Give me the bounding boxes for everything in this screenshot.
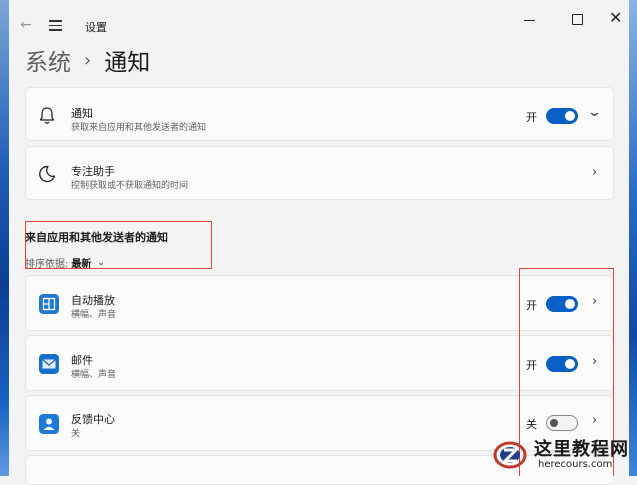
page-title: 通知 bbox=[104, 50, 151, 76]
breadcrumb: 系统 › 通知 bbox=[25, 43, 151, 77]
focus-assist-title: 专注助手 bbox=[71, 165, 115, 178]
breadcrumb-parent[interactable]: 系统 bbox=[25, 43, 71, 77]
chevron-right-icon[interactable]: › bbox=[592, 165, 597, 180]
site-logo-icon bbox=[493, 441, 527, 469]
highlight-box-section bbox=[25, 221, 212, 269]
title-bar: ← 设置 ✕ bbox=[9, 0, 629, 48]
site-watermark: 这里教程网 herecours.com bbox=[490, 434, 635, 474]
feedback-hub-icon bbox=[39, 414, 59, 434]
maximize-button[interactable] bbox=[572, 14, 583, 25]
close-button[interactable]: ✕ bbox=[609, 10, 622, 26]
chevron-down-icon[interactable]: ⌄ bbox=[587, 105, 602, 120]
app-name: 邮件 bbox=[71, 354, 93, 367]
focus-assist-subtitle: 控制获取或不获取通知的时间 bbox=[71, 181, 189, 191]
mail-icon bbox=[39, 354, 59, 374]
app-detail: 横幅、声音 bbox=[71, 310, 117, 320]
notifications-setting-card[interactable]: 通知 获取来自应用和其他发送者的通知 开 ⌄ bbox=[25, 87, 614, 141]
hamburger-icon[interactable] bbox=[47, 16, 65, 34]
app-name: 自动播放 bbox=[71, 294, 115, 307]
settings-window: ← 设置 ✕ 系统 › 通知 通知 获取来自应用和其他发送者的通知 开 ⌄ 专注… bbox=[9, 0, 629, 485]
desktop-wallpaper-left bbox=[0, 0, 9, 476]
autoplay-icon bbox=[39, 294, 59, 314]
app-title: 设置 bbox=[85, 21, 107, 34]
watermark-url: herecours.com bbox=[538, 459, 613, 470]
app-name: 反馈中心 bbox=[71, 413, 115, 426]
moon-icon bbox=[39, 165, 56, 183]
notifications-toggle[interactable] bbox=[546, 108, 578, 124]
app-detail: 关 bbox=[71, 429, 81, 439]
watermark-text: 这里教程网 bbox=[534, 439, 629, 460]
desktop-wallpaper-right bbox=[629, 0, 637, 476]
back-arrow-icon[interactable]: ← bbox=[17, 16, 35, 34]
breadcrumb-separator: › bbox=[84, 49, 92, 71]
notifications-title: 通知 bbox=[71, 107, 93, 120]
bell-icon bbox=[39, 107, 55, 124]
notifications-subtitle: 获取来自应用和其他发送者的通知 bbox=[71, 123, 207, 133]
minimize-button[interactable] bbox=[524, 20, 535, 22]
app-detail: 横幅、声音 bbox=[71, 370, 117, 380]
focus-assist-card[interactable]: 专注助手 控制获取或不获取通知的时间 › bbox=[25, 146, 614, 200]
notifications-state-label: 开 bbox=[526, 111, 537, 124]
